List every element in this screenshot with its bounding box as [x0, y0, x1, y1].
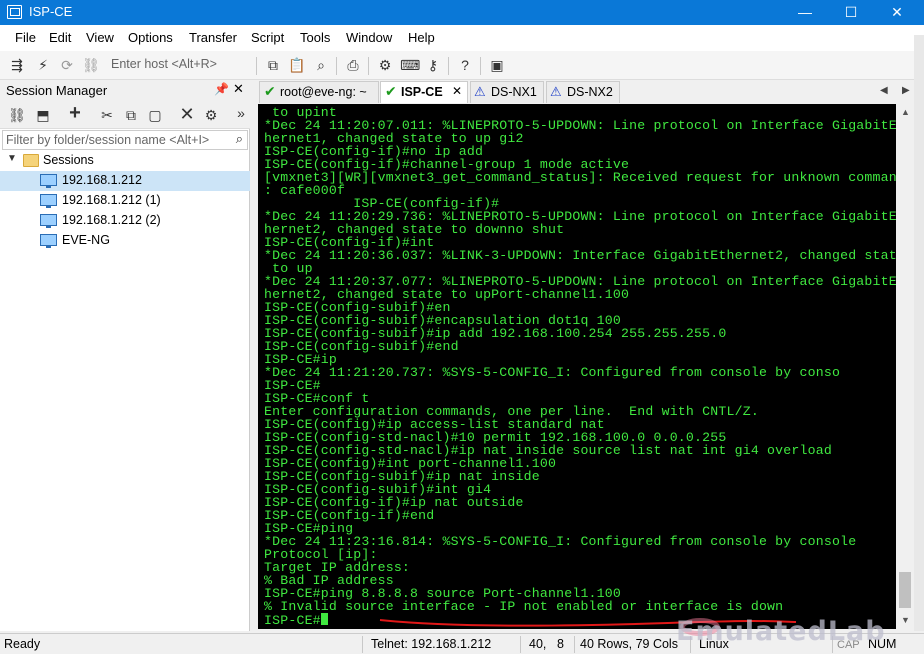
terminal-line: *Dec 24 11:21:20.737: %SYS-5-CONFIG_I: C… [264, 365, 841, 380]
quick-connect-icon[interactable]: ⚡ [34, 56, 52, 74]
tab-root-eve-ng[interactable]: ✔ root@eve-ng: ~ [259, 81, 379, 103]
gear-icon[interactable]: ⚙ [376, 56, 394, 74]
status-row: 40, [529, 637, 547, 651]
monitor-icon [40, 234, 57, 248]
window-title: ISP-CE [29, 4, 73, 19]
copy-session-icon[interactable]: ⧉ [122, 106, 140, 124]
menu-script[interactable]: Script [251, 30, 284, 45]
search-icon: ⌕ [235, 131, 243, 146]
more-icon[interactable]: » [232, 104, 250, 122]
status-ready: Ready [4, 637, 41, 651]
terminal-line: ISP-CE(config-if)#end [264, 508, 435, 523]
properties-gear-icon[interactable]: ⚙ [202, 106, 220, 124]
terminal-output[interactable]: to upint *Dec 24 11:20:07.011: %LINEPROTO… [258, 104, 896, 629]
connected-check-icon: ✔ [385, 83, 397, 99]
session-filter-input[interactable]: Filter by folder/session name <Alt+I> ⌕ [2, 130, 248, 150]
disconnect-icon[interactable]: ⛓ [82, 56, 100, 74]
tree-item-session[interactable]: 192.168.1.212 (1) [0, 191, 250, 211]
tab-ds-nx2[interactable]: ⚠ DS-NX2 [546, 81, 620, 103]
session-toolbar: ⛓ ⬒ + ✂ ⧉ ▢ ✕ ⚙ » [0, 101, 250, 129]
tab-scroll-right-icon[interactable]: ▶ [902, 85, 910, 96]
menu-window[interactable]: Window [346, 30, 392, 45]
status-col: 8 [557, 637, 564, 651]
tree-item-session[interactable]: 192.168.1.212 (2) [0, 211, 250, 231]
paste-session-icon[interactable]: ▢ [146, 106, 164, 124]
terminal-cursor [320, 613, 328, 625]
tree-folder-sessions[interactable]: ▼ Sessions [0, 151, 250, 171]
menu-help[interactable]: Help [408, 30, 435, 45]
tab-ds-nx1[interactable]: ⚠ DS-NX1 [470, 81, 544, 103]
watermark-text: EmulatedLab [676, 616, 886, 647]
pin-icon[interactable]: 📌 [214, 82, 229, 96]
new-window-icon[interactable]: ⬒ [34, 106, 52, 124]
scroll-up-icon[interactable]: ▲ [901, 107, 910, 117]
title-bar: ISP-CE — ☐ ✕ [0, 0, 924, 25]
paste-icon[interactable]: 📋 [288, 56, 306, 74]
close-button[interactable]: ✕ [874, 0, 920, 25]
warning-icon: ⚠ [550, 84, 562, 99]
options-icon[interactable]: ▣ [488, 56, 506, 74]
terminal-line: ISP-CE(config-subif)#end [264, 339, 459, 354]
securecrt-app-icon [7, 5, 22, 19]
toolbar: ⇶ ⚡ ⟳ ⛓ Enter host <Alt+R> ⧉ 📋 ⌕ ⎙ ⚙ ⌨ ⚷… [0, 51, 924, 80]
tab-isp-ce[interactable]: ✔ ISP-CE ✕ [380, 81, 468, 103]
session-manager-panel: Session Manager 📌 ✕ ⛓ ⬒ + ✂ ⧉ ▢ ✕ ⚙ » Fi… [0, 80, 250, 631]
terminal-line: *Dec 24 11:20:36.037: %LINK-3-UPDOWN: In… [264, 248, 896, 263]
window-scrollbar[interactable] [914, 35, 924, 631]
terminal-line: % Invalid source interface - IP not enab… [264, 599, 784, 614]
connected-check-icon: ✔ [264, 83, 276, 99]
menu-view[interactable]: View [86, 30, 114, 45]
reconnect-icon[interactable]: ⟳ [58, 56, 76, 74]
connect-icon[interactable]: ⇶ [8, 56, 26, 74]
terminal-scrollbar[interactable]: ▲ ▼ [896, 104, 914, 629]
connect-session-icon[interactable]: ⛓ [8, 106, 26, 124]
scrollbar-thumb[interactable] [899, 572, 911, 608]
menu-tools[interactable]: Tools [300, 30, 330, 45]
maximize-button[interactable]: ☐ [828, 0, 874, 25]
chevron-down-icon[interactable]: ▼ [7, 153, 17, 164]
menu-options[interactable]: Options [128, 30, 173, 45]
copy-icon[interactable]: ⧉ [264, 56, 282, 74]
tree-item-session[interactable]: EVE-NG [0, 231, 250, 251]
monitor-icon [40, 194, 57, 208]
monitor-icon [40, 174, 57, 188]
keymap-icon[interactable]: ⌨ [400, 56, 420, 74]
status-size: 40 Rows, 79 Cols [580, 637, 678, 651]
folder-icon [23, 154, 39, 167]
tab-scroll-left-icon[interactable]: ◀ [880, 85, 888, 96]
menu-transfer[interactable]: Transfer [189, 30, 237, 45]
status-connection: Telnet: 192.168.1.212 [371, 637, 492, 651]
scroll-down-icon[interactable]: ▼ [901, 615, 910, 625]
close-panel-icon[interactable]: ✕ [233, 81, 244, 97]
help-icon[interactable]: ? [456, 56, 474, 74]
menu-edit[interactable]: Edit [49, 30, 71, 45]
warning-icon: ⚠ [474, 84, 486, 99]
sftp-icon[interactable]: ⚷ [424, 56, 442, 74]
menu-file[interactable]: File [15, 30, 36, 45]
minimize-button[interactable]: — [782, 0, 828, 25]
delete-icon[interactable]: ✕ [178, 105, 196, 123]
session-manager-title: Session Manager [6, 83, 108, 98]
find-icon[interactable]: ⌕ [312, 56, 330, 74]
cut-icon[interactable]: ✂ [98, 106, 116, 124]
monitor-icon [40, 214, 57, 228]
close-tab-icon[interactable]: ✕ [452, 84, 462, 98]
tree-item-session[interactable]: 192.168.1.212 [0, 171, 250, 191]
add-session-icon[interactable]: + [66, 103, 84, 123]
terminal-line: [vmxnet3][WR][vmxnet3_get_command_status… [264, 170, 896, 185]
session-tab-bar: ⬒ ✔ root@eve-ng: ~ ✔ ISP-CE ✕ ⚠ DS-NX1 ⚠… [256, 80, 920, 104]
terminal-lines: to upint *Dec 24 11:20:07.011: %LINEPROTO… [264, 106, 896, 627]
print-icon[interactable]: ⎙ [344, 56, 362, 74]
menu-bar: File Edit View Options Transfer Script T… [0, 25, 924, 51]
host-input[interactable]: Enter host <Alt+R> [111, 57, 217, 71]
